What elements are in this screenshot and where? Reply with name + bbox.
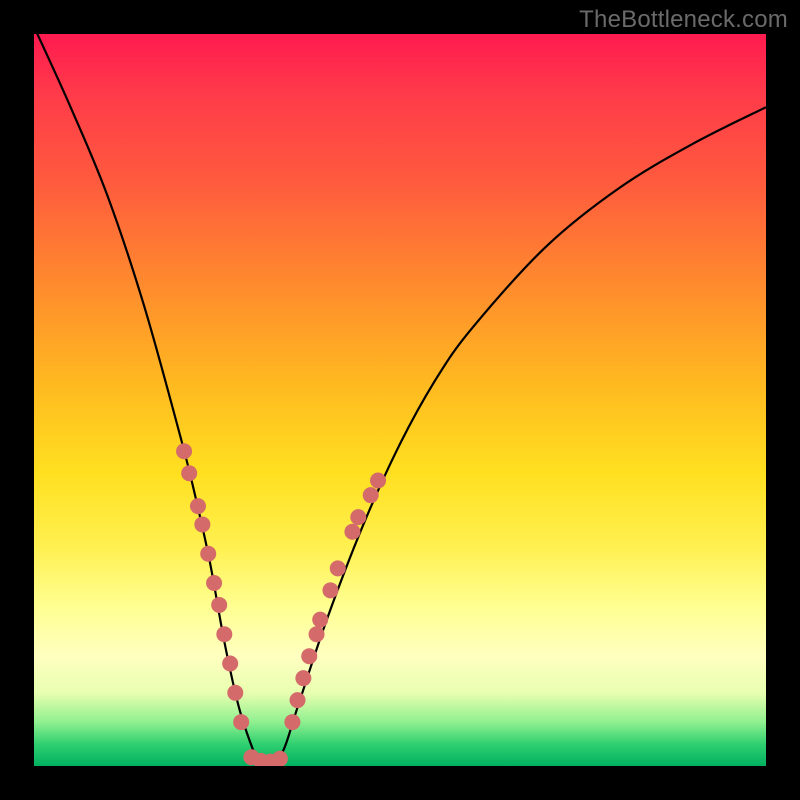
data-point <box>227 685 243 701</box>
data-point <box>181 465 197 481</box>
watermark-text: TheBottleneck.com <box>579 6 788 34</box>
data-point <box>322 582 338 598</box>
v-curve <box>34 34 766 766</box>
data-point <box>200 546 216 562</box>
data-point <box>330 560 346 576</box>
data-point <box>176 443 192 459</box>
data-point <box>344 524 360 540</box>
data-point <box>233 714 249 730</box>
plot-area <box>34 34 766 766</box>
chart-frame: TheBottleneck.com <box>0 0 800 800</box>
data-point <box>309 626 325 642</box>
data-point <box>370 473 386 489</box>
data-point <box>301 648 317 664</box>
data-point <box>190 498 206 514</box>
data-point <box>290 692 306 708</box>
data-point <box>272 751 288 766</box>
data-point <box>312 612 328 628</box>
data-point <box>216 626 232 642</box>
data-point <box>363 487 379 503</box>
data-point <box>194 516 210 532</box>
data-point <box>222 656 238 672</box>
curve-overlay <box>34 34 766 766</box>
data-point <box>350 509 366 525</box>
data-point <box>206 575 222 591</box>
data-point <box>295 670 311 686</box>
data-point <box>284 714 300 730</box>
data-point <box>211 597 227 613</box>
